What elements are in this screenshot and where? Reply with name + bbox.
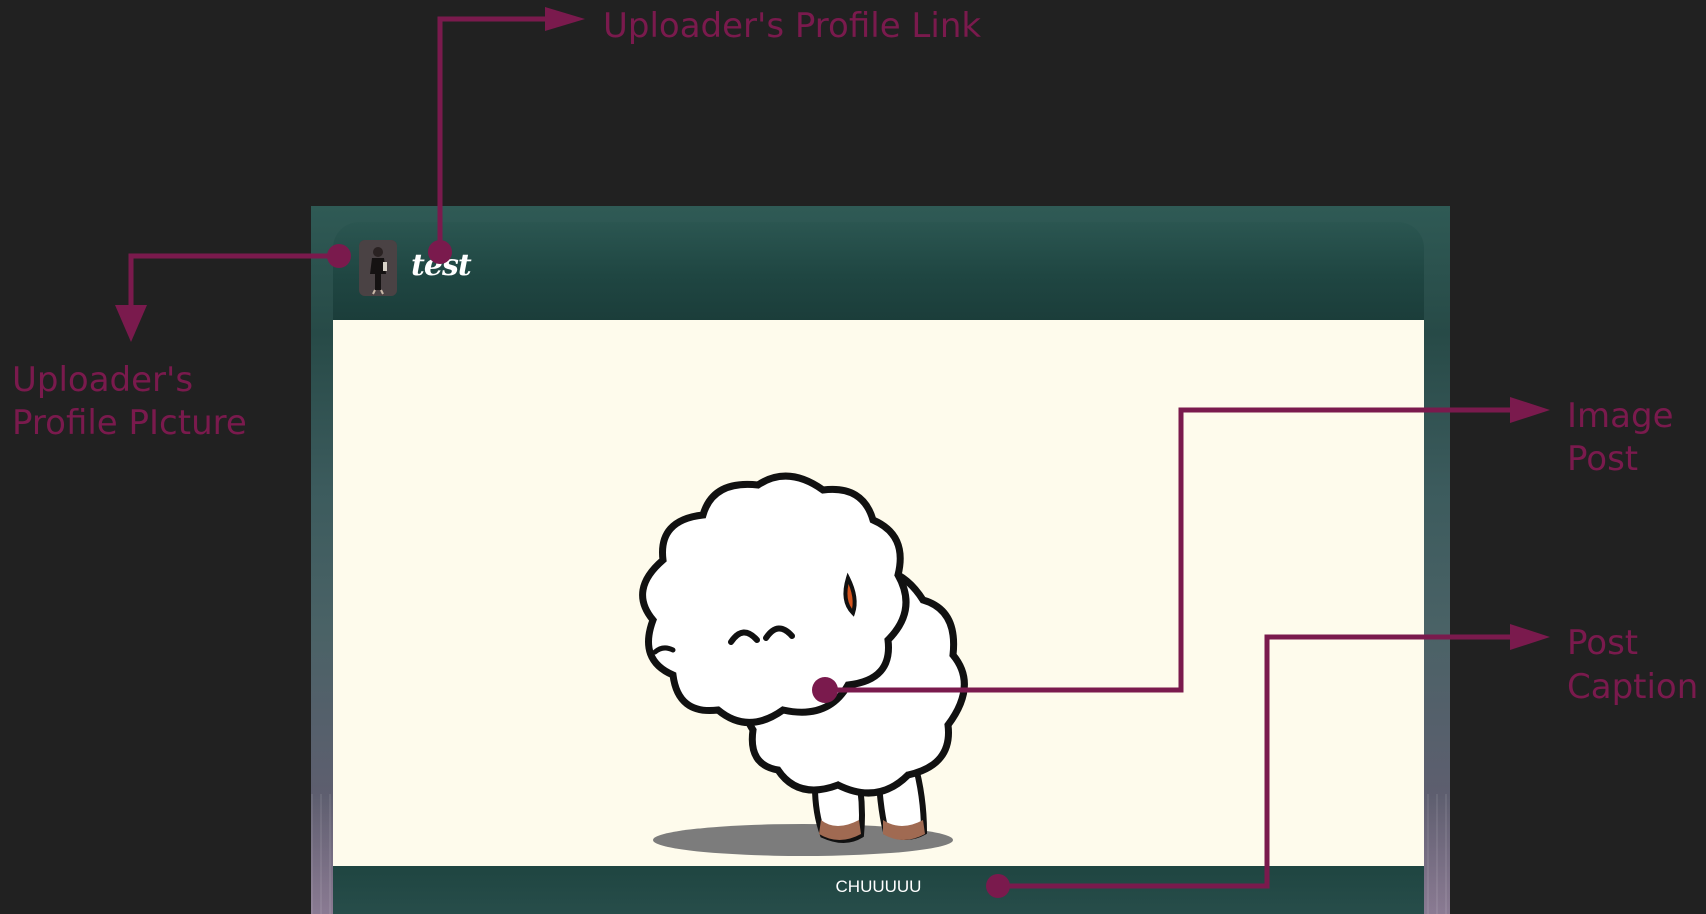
post-frame: test CHUUUUU (311, 206, 1450, 914)
post-card: test CHUUUUU (333, 222, 1424, 914)
caption-bar: CHUUUUU (333, 866, 1424, 914)
uploader-profile-link[interactable]: test (411, 248, 472, 284)
annotation-image-post-line2: Post (1567, 439, 1639, 479)
arrow-image-post (1510, 397, 1550, 423)
annotation-profile-picture-line2: Profile PIcture (12, 403, 247, 443)
annotation-image-post-line1: Image (1567, 396, 1674, 436)
arrow-profile-link (545, 7, 585, 31)
sheep-illustration (639, 472, 968, 856)
annotation-post-caption-line1: Post (1567, 623, 1639, 663)
post-caption: CHUUUUU (835, 877, 922, 896)
annotation-profile-link: Uploader's Profile Link (603, 6, 982, 46)
connector-profile-picture (128, 253, 339, 312)
post-header: test (333, 222, 1424, 320)
annotation-post-caption-line2: Caption (1567, 667, 1699, 707)
user-avatar-icon[interactable] (359, 240, 397, 296)
arrow-post-caption (1510, 624, 1550, 650)
arrow-profile-picture (115, 305, 147, 342)
annotation-profile-picture-line1: Uploader's (12, 360, 194, 400)
post-image[interactable] (333, 320, 1424, 866)
